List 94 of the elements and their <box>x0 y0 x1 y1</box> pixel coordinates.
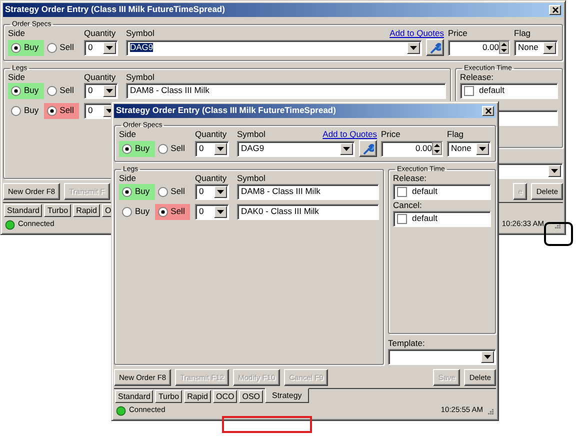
field-label: Side <box>119 173 138 184</box>
symbol-field[interactable]: DAM8 - Class III Milk <box>126 83 446 99</box>
wrench-icon <box>429 42 441 54</box>
radio-icon <box>158 144 168 154</box>
default-option-field[interactable]: default <box>460 83 558 99</box>
field-label: Quantity <box>84 72 117 83</box>
add-to-quotes-link[interactable]: Add to Quotes <box>322 130 377 140</box>
flag-dropdown[interactable]: None <box>514 40 558 56</box>
radio-icon <box>46 42 57 52</box>
field-label: Cancel: <box>393 200 423 211</box>
field-label: Symbol <box>126 72 154 83</box>
tab[interactable]: Standard <box>4 204 42 217</box>
field-label: Release: <box>460 72 495 83</box>
wrench-icon <box>362 142 374 154</box>
close-button[interactable] <box>482 106 494 116</box>
side-radio[interactable]: Sell <box>44 40 79 56</box>
window-title: Strategy Order Entry (Class III Milk FutureTimeSpread) <box>116 106 336 116</box>
field-label: Release: <box>393 173 428 184</box>
radio-icon <box>158 207 168 217</box>
field-label: Quantity <box>195 129 228 140</box>
side-radio[interactable]: Buy <box>119 140 155 156</box>
default-option-field[interactable]: default <box>393 184 491 200</box>
dropdown-arrow-icon <box>216 188 225 196</box>
side-radio[interactable]: Buy <box>8 40 44 56</box>
field-label: Symbol <box>126 28 154 39</box>
checkbox[interactable] <box>397 187 407 197</box>
quantity-dropdown[interactable]: 0 <box>84 83 118 99</box>
field-label: Symbol <box>237 173 266 184</box>
side-radio[interactable]: Buy <box>8 103 44 119</box>
symbol-dropdown[interactable]: DAG9 <box>237 140 355 156</box>
tab[interactable]: Turbo <box>44 204 72 217</box>
tab[interactable]: OSO <box>239 390 263 403</box>
dropdown-arrow-icon <box>216 144 225 152</box>
dropdown-arrow-icon <box>105 87 114 95</box>
dropdown-arrow-icon <box>483 353 492 361</box>
checkbox[interactable] <box>397 214 407 224</box>
field-label: Side <box>119 129 138 140</box>
dropdown-arrow-icon <box>545 44 554 52</box>
lookup-button[interactable] <box>359 140 377 157</box>
dropdown-arrow-icon <box>409 44 418 52</box>
spin-icon <box>432 142 442 155</box>
tab[interactable]: Rapid <box>73 204 100 217</box>
resize-grip-icon <box>486 406 494 414</box>
dropdown-arrow-icon <box>342 144 351 152</box>
quantity-dropdown[interactable]: 0 <box>84 40 118 56</box>
side-radio[interactable]: Sell <box>154 204 190 220</box>
quantity-dropdown[interactable]: 0 <box>195 140 229 156</box>
price-field[interactable]: 0.00 <box>448 40 510 56</box>
field-label: Price <box>381 129 402 140</box>
dropdown-arrow-icon <box>478 144 487 152</box>
side-radio[interactable]: Sell <box>44 103 79 119</box>
dropdown-arrow-icon <box>550 167 559 175</box>
window-title: Strategy Order Entry (Class III Milk FutureTimeSpread) <box>5 5 225 15</box>
field-label: Flag <box>447 129 465 140</box>
lookup-button[interactable] <box>426 39 444 56</box>
radio-icon <box>46 106 57 116</box>
price-field[interactable]: 0.00 <box>381 140 443 156</box>
tab[interactable]: Standard <box>115 390 154 403</box>
radio-icon <box>11 42 21 52</box>
tab[interactable]: Rapid <box>184 390 211 403</box>
field-label: Side <box>8 72 26 83</box>
tab[interactable]: OCO <box>212 390 238 403</box>
side-radio[interactable]: Sell <box>154 184 190 200</box>
template-dropdown[interactable] <box>388 349 496 365</box>
side-radio[interactable]: Sell <box>44 83 79 99</box>
field-label: Side <box>8 28 26 39</box>
tab[interactable]: Turbo <box>155 390 182 403</box>
radio-icon <box>122 144 132 154</box>
dropdown-arrow-icon <box>105 44 114 52</box>
symbol-field[interactable]: DAM8 - Class III Milk <box>237 184 379 200</box>
radio-icon <box>158 187 168 197</box>
flag-dropdown[interactable]: None <box>447 140 491 156</box>
field-label: Price <box>448 28 468 39</box>
field-label: Flag <box>514 28 532 39</box>
close-button[interactable] <box>549 5 561 15</box>
field-label: Template: <box>388 338 426 349</box>
side-radio[interactable]: Buy <box>119 184 155 200</box>
field-label: Quantity <box>195 173 228 184</box>
tab[interactable]: Strategy <box>265 388 309 403</box>
field-label: Symbol <box>237 129 266 140</box>
dropdown-arrow-icon <box>216 208 225 216</box>
checkbox[interactable] <box>464 86 474 96</box>
side-radio[interactable]: Sell <box>154 140 190 156</box>
symbol-dropdown[interactable]: DAG9 <box>126 40 422 56</box>
radio-icon <box>46 86 57 96</box>
spin-icon <box>499 41 509 54</box>
quantity-dropdown[interactable]: 0 <box>195 184 229 200</box>
field-label: Quantity <box>84 28 117 39</box>
default-option-field[interactable]: default <box>393 211 491 227</box>
side-radio[interactable]: Buy <box>119 204 155 220</box>
side-radio[interactable]: Buy <box>8 83 44 99</box>
add-to-quotes-link[interactable]: Add to Quotes <box>390 29 444 39</box>
quantity-dropdown[interactable]: 0 <box>195 204 229 220</box>
symbol-field[interactable]: DAK0 - Class III Milk <box>237 204 379 220</box>
